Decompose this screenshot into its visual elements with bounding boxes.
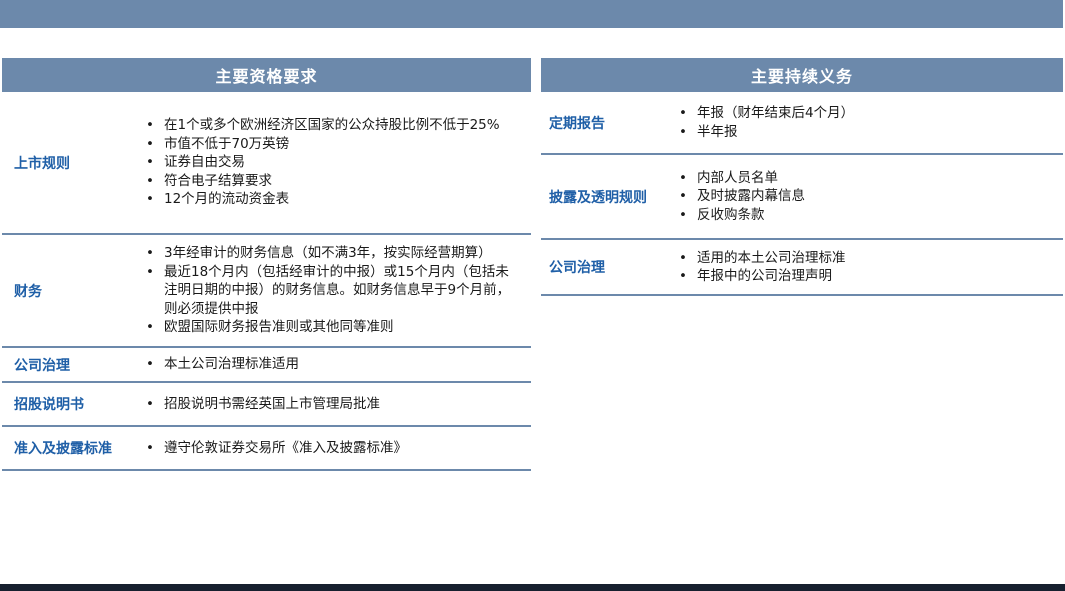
list-item: 欧盟国际财务报告准则或其他同等准则	[142, 318, 531, 337]
row-financials: 财务 3年经审计的财务信息（如不满3年，按实际经营期算） 最近18个月内（包括经…	[2, 235, 531, 348]
list-item: 在1个或多个欧洲经济区国家的公众持股比例不低于25%	[142, 116, 524, 135]
row-periodic-reports: 定期报告 年报（财年结束后4个月） 半年报	[541, 92, 1063, 155]
list-item: 3年经审计的财务信息（如不满3年，按实际经营期算）	[142, 244, 531, 263]
row-label: 公司治理	[14, 357, 70, 374]
bottom-banner	[0, 584, 1065, 591]
list-item: 最近18个月内（包括经审计的中报）或15个月内（包括未注明日期的中报）的财务信息…	[142, 263, 516, 319]
row-body: 适用的本土公司治理标准 年报中的公司治理声明	[675, 249, 1063, 286]
row-label: 财务	[14, 283, 42, 300]
list-item: 内部人员名单	[675, 169, 1063, 188]
page: 主要资格要求 上市规则 在1个或多个欧洲经济区国家的公众持股比例不低于25% 市…	[0, 0, 1065, 591]
list-item: 符合电子结算要求	[142, 172, 531, 191]
list-item: 年报（财年结束后4个月）	[675, 104, 1063, 123]
row-label: 披露及透明规则	[549, 189, 647, 206]
row-body: 年报（财年结束后4个月） 半年报	[675, 104, 1063, 141]
list-item: 遵守伦敦证券交易所《准入及披露标准》	[142, 439, 531, 458]
row-corporate-governance: 公司治理 本土公司治理标准适用	[2, 348, 531, 383]
row-body: 遵守伦敦证券交易所《准入及披露标准》	[142, 439, 531, 458]
row-body: 3年经审计的财务信息（如不满3年，按实际经营期算） 最近18个月内（包括经审计的…	[142, 244, 531, 337]
eligibility-panel: 主要资格要求 上市规则 在1个或多个欧洲经济区国家的公众持股比例不低于25% 市…	[2, 58, 531, 471]
row-label: 定期报告	[549, 115, 605, 132]
eligibility-panel-title: 主要资格要求	[2, 58, 531, 92]
list-item: 市值不低于70万英镑	[142, 135, 531, 154]
list-item: 招股说明书需经英国上市管理局批准	[142, 395, 531, 414]
list-item: 反收购条款	[675, 206, 1063, 225]
row-body: 在1个或多个欧洲经济区国家的公众持股比例不低于25% 市值不低于70万英镑 证券…	[142, 116, 531, 209]
row-label: 招股说明书	[14, 397, 84, 413]
list-item: 及时披露内幕信息	[675, 187, 1063, 206]
row-body: 本土公司治理标准适用	[142, 355, 531, 374]
list-item: 适用的本土公司治理标准	[675, 249, 1063, 268]
list-item: 年报中的公司治理声明	[675, 267, 1063, 286]
obligations-panel-title: 主要持续义务	[541, 58, 1063, 92]
row-disclosure-transparency: 披露及透明规则 内部人员名单 及时披露内幕信息 反收购条款	[541, 155, 1063, 240]
row-corporate-governance: 公司治理 适用的本土公司治理标准 年报中的公司治理声明	[541, 240, 1063, 296]
list-item: 本土公司治理标准适用	[142, 355, 531, 374]
row-body: 内部人员名单 及时披露内幕信息 反收购条款	[675, 169, 1063, 225]
row-label: 公司治理	[549, 260, 605, 276]
row-body: 招股说明书需经英国上市管理局批准	[142, 395, 531, 414]
list-item: 证券自由交易	[142, 153, 531, 172]
row-listing-rules: 上市规则 在1个或多个欧洲经济区国家的公众持股比例不低于25% 市值不低于70万…	[2, 92, 531, 235]
list-item: 12个月的流动资金表	[142, 190, 531, 209]
row-prospectus: 招股说明书 招股说明书需经英国上市管理局批准	[2, 383, 531, 427]
row-label: 准入及披露标准	[14, 441, 112, 457]
obligations-panel: 主要持续义务 定期报告 年报（财年结束后4个月） 半年报 披露及透明规则 内部人…	[541, 58, 1063, 296]
row-label: 上市规则	[14, 155, 70, 172]
row-admission-disclosure: 准入及披露标准 遵守伦敦证券交易所《准入及披露标准》	[2, 427, 531, 471]
top-banner	[0, 0, 1063, 28]
list-item: 半年报	[675, 123, 1063, 142]
